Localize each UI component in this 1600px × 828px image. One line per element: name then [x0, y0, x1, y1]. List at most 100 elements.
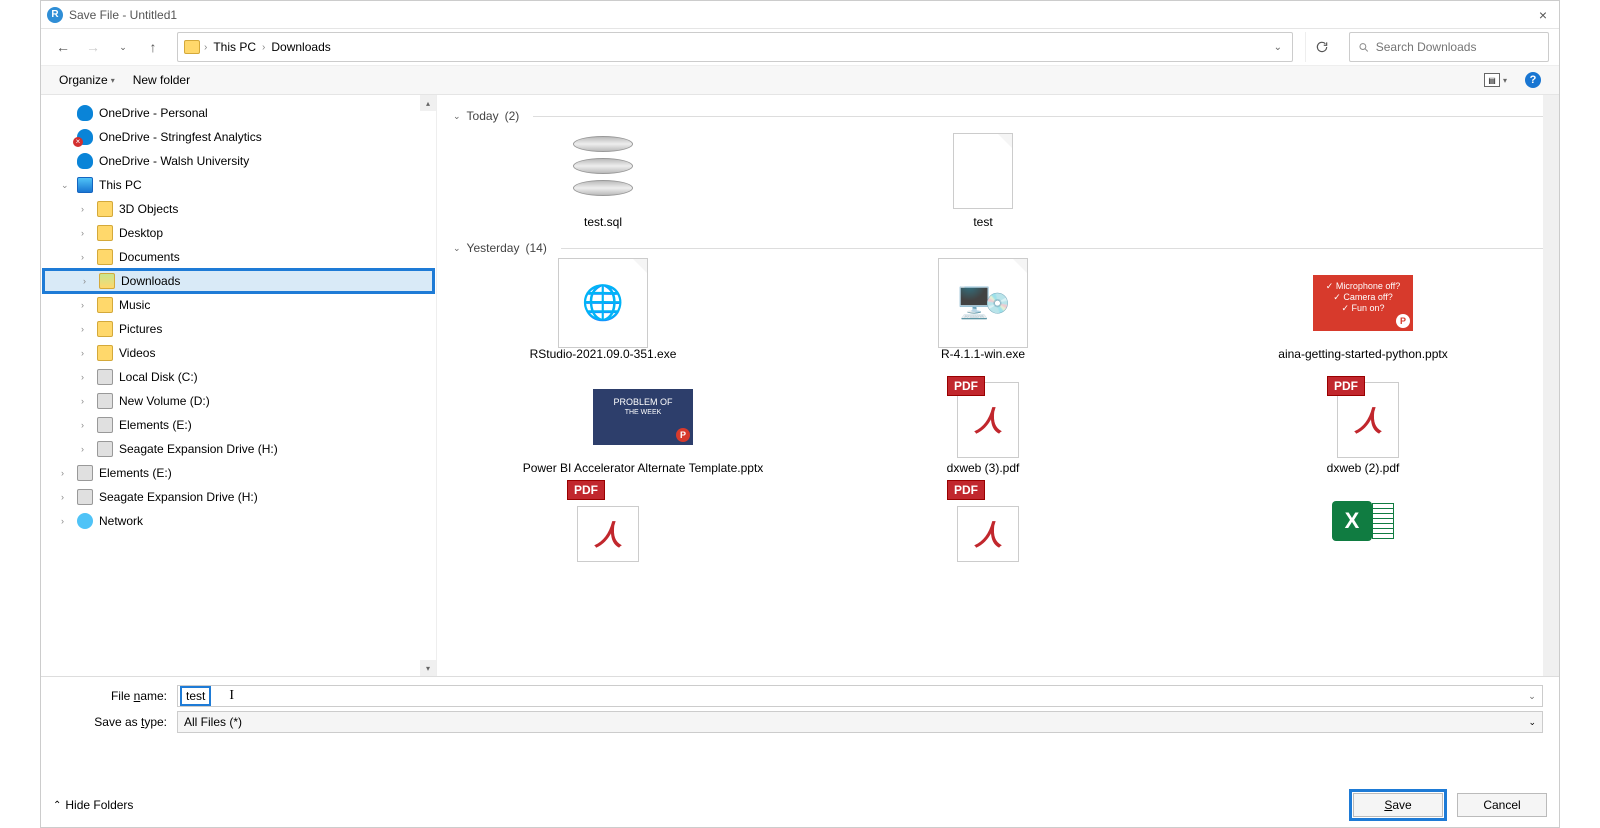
file-item[interactable]: ✓ Microphone off? ✓ Camera off? ✓ Fun on…	[1273, 263, 1453, 361]
refresh-button[interactable]	[1305, 32, 1337, 62]
breadcrumb-downloads[interactable]: Downloads	[269, 40, 332, 54]
sidebar-item-onedrive-walsh-university[interactable]: OneDrive - Walsh University	[41, 149, 436, 173]
up-button[interactable]: ↑	[141, 35, 165, 59]
help-button[interactable]: ?	[1519, 69, 1547, 91]
sidebar-item-seagate-expansion-drive-h-[interactable]: ›Seagate Expansion Drive (H:)	[41, 437, 436, 461]
drive-icon	[77, 489, 93, 505]
view-button[interactable]: ▤▾	[1478, 70, 1513, 90]
chevron-icon: ›	[61, 492, 71, 502]
file-item[interactable]: test	[893, 131, 1073, 229]
help-icon: ?	[1525, 72, 1541, 88]
file-icon	[933, 131, 1033, 211]
sidebar-item-elements-e-[interactable]: ›Elements (E:)	[41, 413, 436, 437]
group-yesterday-label: Yesterday	[467, 241, 520, 255]
scrollbar[interactable]	[1543, 95, 1559, 676]
sidebar-item-label: Local Disk (C:)	[119, 370, 198, 384]
slide-text: PROBLEM OF	[613, 397, 672, 407]
sidebar-item-music[interactable]: › Music	[41, 293, 436, 317]
forward-button[interactable]: →	[81, 35, 105, 59]
close-icon[interactable]: ×	[1533, 7, 1553, 23]
refresh-icon	[1315, 40, 1329, 54]
installer-icon: 🖥️💿	[933, 263, 1033, 343]
file-item[interactable]: 🌐 RStudio-2021.09.0-351.exe	[513, 263, 693, 361]
window-title: Save File - Untitled1	[69, 8, 177, 22]
sidebar-item-documents[interactable]: ›Documents	[41, 245, 436, 269]
file-item[interactable]: 人PDF dxweb (3).pdf	[893, 377, 1073, 475]
file-item[interactable]: 🖥️💿 R-4.1.1-win.exe	[893, 263, 1073, 361]
file-item[interactable]: PROBLEM OF THE WEEK P Power BI Accelerat…	[513, 377, 773, 475]
buttons-row: ⌃ Hide Folders Save Cancel	[41, 743, 1559, 827]
scroll-down-icon[interactable]: ▾	[420, 660, 436, 676]
search-input[interactable]	[1376, 40, 1540, 54]
savetype-label: Save as type:	[57, 715, 167, 729]
sidebar-item-label: 3D Objects	[119, 202, 178, 216]
group-today[interactable]: ⌄ Today (2)	[453, 109, 1543, 123]
save-button[interactable]: Save	[1353, 793, 1443, 817]
addr-dropdown-icon[interactable]: ⌄	[1274, 42, 1282, 53]
sidebar-item-local-disk-c-[interactable]: › Local Disk (C:)	[41, 365, 436, 389]
sidebar-item-videos[interactable]: ›Videos	[41, 341, 436, 365]
sidebar-item-label: Videos	[119, 346, 155, 360]
pdf-icon: 人PDF	[1313, 377, 1413, 457]
sidebar-item-label: Downloads	[121, 274, 180, 288]
sidebar-item-label: Network	[99, 514, 143, 528]
sidebar-item-desktop[interactable]: ›Desktop	[41, 221, 436, 245]
pc-icon	[77, 177, 93, 193]
search-box[interactable]	[1349, 32, 1549, 62]
sidebar-item-network[interactable]: ›Network	[41, 509, 436, 533]
organize-menu[interactable]: Organize ▾	[53, 70, 121, 90]
file-item[interactable]: test.sql	[513, 131, 693, 229]
sidebar-item-label: Elements (E:)	[99, 466, 172, 480]
recent-dropdown[interactable]: ⌄	[111, 35, 135, 59]
sidebar-item-new-volume-d-[interactable]: ›New Volume (D:)	[41, 389, 436, 413]
file-item[interactable]: 人PDF	[893, 491, 1073, 551]
body: ▴ OneDrive - Personal OneDrive - Stringfe…	[41, 95, 1559, 676]
file-item[interactable]: 人PDF dxweb (2).pdf	[1273, 377, 1453, 475]
address-bar[interactable]: › This PC › Downloads ⌄	[177, 32, 1293, 62]
slide-text: ✓ Fun on?	[1319, 303, 1407, 314]
hide-folders-button[interactable]: ⌃ Hide Folders	[53, 798, 133, 812]
sidebar-item-label: OneDrive - Personal	[99, 106, 208, 120]
sidebar-item-label: OneDrive - Stringfest Analytics	[99, 130, 262, 144]
file-name: test	[973, 215, 992, 229]
cancel-button[interactable]: Cancel	[1457, 793, 1547, 817]
group-today-label: Today	[467, 109, 499, 123]
file-name: Power BI Accelerator Alternate Template.…	[523, 461, 764, 475]
sidebar-item-label: New Volume (D:)	[119, 394, 210, 408]
file-grid-yesterday-2: PROBLEM OF THE WEEK P Power BI Accelerat…	[453, 377, 1543, 475]
scroll-up-icon[interactable]: ▴	[420, 95, 436, 111]
group-yesterday[interactable]: ⌄ Yesterday (14)	[453, 241, 1543, 255]
new-folder-button[interactable]: New folder	[127, 70, 196, 90]
file-item[interactable]: 人PDF	[513, 491, 693, 551]
savetype-dropdown[interactable]: All Files (*) ⌄	[177, 711, 1543, 733]
new-folder-label: New folder	[133, 73, 190, 87]
chevron-down-icon: ⌄	[453, 111, 461, 122]
chevron-icon: ⌄	[61, 180, 71, 191]
breadcrumb-this-pc[interactable]: This PC	[211, 40, 258, 54]
file-grid-yesterday-3: 人PDF 人PDF X	[453, 491, 1543, 551]
file-name: R-4.1.1-win.exe	[941, 347, 1025, 361]
sidebar-item-label: Music	[119, 298, 150, 312]
sidebar-item-pictures[interactable]: ›Pictures	[41, 317, 436, 341]
sidebar-item-onedrive-stringfest-analytics[interactable]: OneDrive - Stringfest Analytics	[41, 125, 436, 149]
chevron-icon: ›	[81, 300, 91, 310]
filename-label: File name:	[57, 689, 167, 703]
file-item[interactable]: X	[1273, 491, 1453, 551]
chevron-icon: ›	[83, 276, 93, 286]
sidebar-item-elements-e-[interactable]: ›Elements (E:)	[41, 461, 436, 485]
file-grid-yesterday-1: 🌐 RStudio-2021.09.0-351.exe 🖥️💿 R-4.1.1-…	[453, 263, 1543, 361]
sidebar-item-this-pc[interactable]: ⌄ This PC	[41, 173, 436, 197]
organize-label: Organize	[59, 73, 108, 87]
sidebar-item-onedrive-personal[interactable]: OneDrive - Personal	[41, 101, 436, 125]
sidebar-item-seagate-expansion-drive-h-[interactable]: ›Seagate Expansion Drive (H:)	[41, 485, 436, 509]
filename-value: test	[180, 686, 211, 706]
sidebar-item-downloads[interactable]: › Downloads	[43, 269, 434, 293]
chevron-down-icon[interactable]: ⌄	[1525, 691, 1539, 702]
pptx-icon: PROBLEM OF THE WEEK P	[593, 377, 693, 457]
back-button[interactable]: ←	[51, 35, 75, 59]
sidebar-item-label: OneDrive - Walsh University	[99, 154, 249, 168]
sidebar-item-3d-objects[interactable]: ›3D Objects	[41, 197, 436, 221]
chevron-icon: ›	[81, 372, 91, 382]
filename-input[interactable]: test I ⌄	[177, 685, 1543, 707]
sidebar-item-label: This PC	[99, 178, 142, 192]
